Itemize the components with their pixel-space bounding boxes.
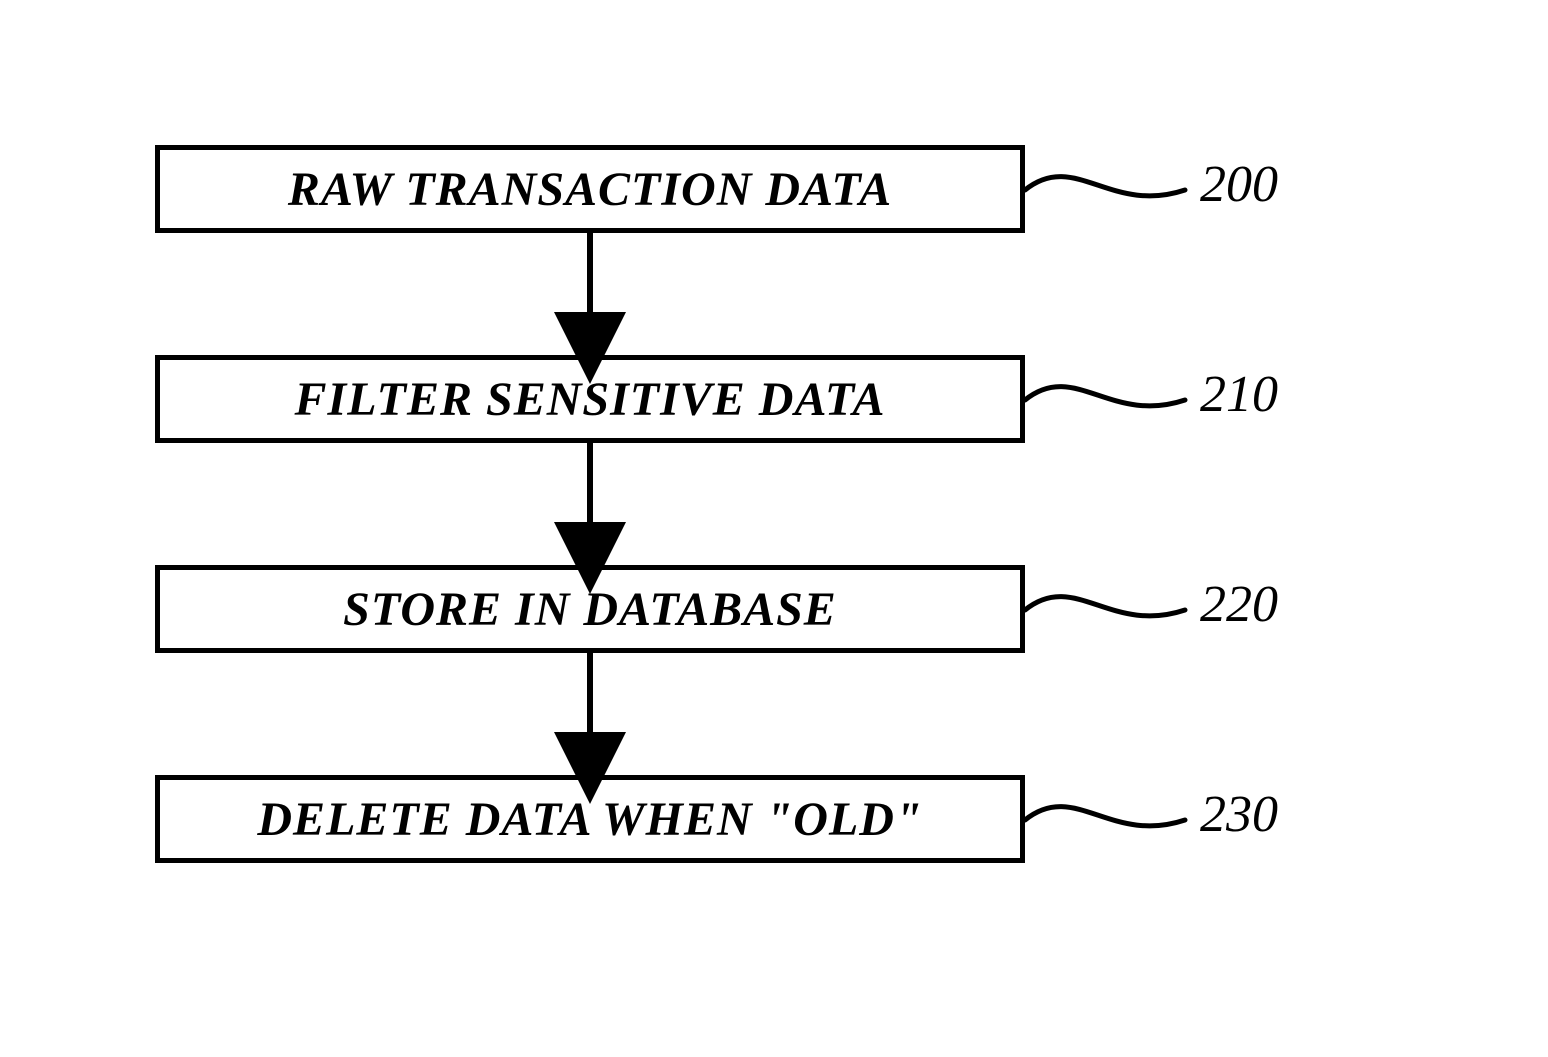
step-label: RAW TRANSACTION DATA (288, 162, 892, 217)
step-label: DELETE DATA WHEN "OLD" (257, 792, 922, 847)
leader-210 (1025, 387, 1185, 406)
step-box-store-in-database: STORE IN DATABASE (155, 565, 1025, 653)
step-box-filter-sensitive-data: FILTER SENSITIVE DATA (155, 355, 1025, 443)
step-label: STORE IN DATABASE (343, 582, 837, 637)
step-label: FILTER SENSITIVE DATA (295, 372, 886, 427)
leader-220 (1025, 597, 1185, 616)
step-box-delete-data-when-old: DELETE DATA WHEN "OLD" (155, 775, 1025, 863)
ref-label-210: 210 (1200, 365, 1278, 424)
ref-label-220: 220 (1200, 575, 1278, 634)
leader-200 (1025, 177, 1185, 196)
ref-label-230: 230 (1200, 785, 1278, 844)
leader-230 (1025, 807, 1185, 826)
leader-lines (1025, 177, 1185, 826)
flowchart-canvas: RAW TRANSACTION DATA FILTER SENSITIVE DA… (0, 0, 1548, 1057)
step-box-raw-transaction-data: RAW TRANSACTION DATA (155, 145, 1025, 233)
ref-label-200: 200 (1200, 155, 1278, 214)
